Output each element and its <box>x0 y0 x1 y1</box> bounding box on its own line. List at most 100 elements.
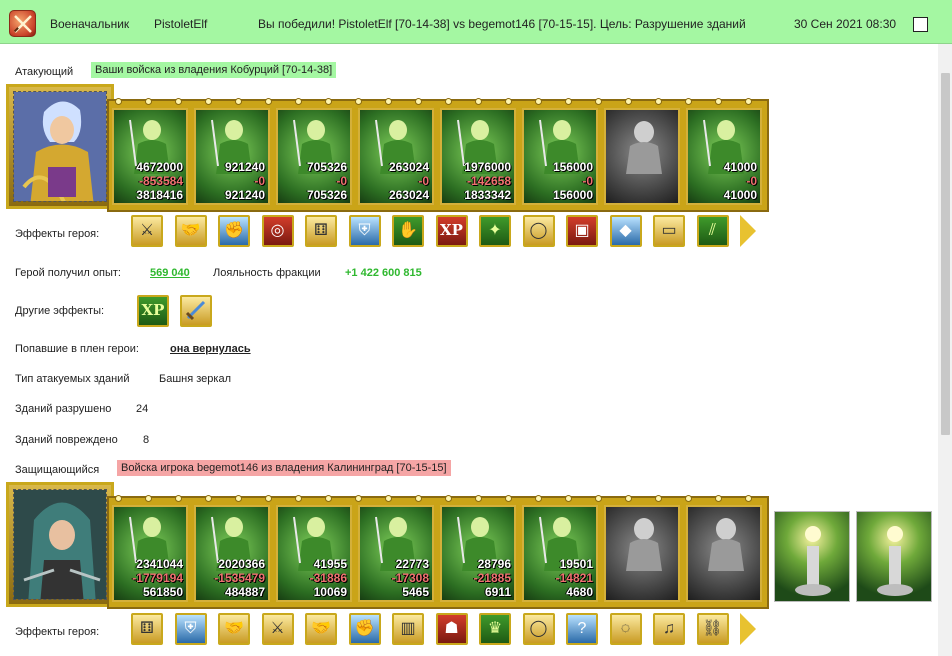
unit-count-bot: 4680 <box>566 585 593 599</box>
unit-card[interactable] <box>604 505 680 602</box>
attacker-label: Атакующий <box>15 66 74 78</box>
sword-icon[interactable] <box>180 295 212 327</box>
frame-stud <box>295 98 302 105</box>
mirror-tower-icon[interactable] <box>856 511 932 602</box>
unit-card[interactable]: 28796 -21885 6911 <box>440 505 516 602</box>
frame-stud <box>475 98 482 105</box>
bracer-icon[interactable]: ▭ <box>653 215 685 247</box>
unit-count-mid: -14821 <box>555 571 593 585</box>
frame-stud <box>535 495 542 502</box>
player-name[interactable]: PistoletElf <box>154 17 207 31</box>
unit-count-top: 22773 <box>395 557 429 571</box>
unit-count-mid: -1779194 <box>132 571 183 585</box>
elf-warrior-icon <box>14 92 106 201</box>
frame-stud <box>475 495 482 502</box>
unit-count-bot: 561850 <box>142 585 183 599</box>
unit-card[interactable]: 19501 -14821 4680 <box>522 505 598 602</box>
xp-value[interactable]: 569 040 <box>150 267 190 279</box>
unit-count-bot: 1833342 <box>464 188 511 202</box>
bracelet-icon[interactable]: ◌ <box>609 613 642 645</box>
ring-icon[interactable]: ◯ <box>522 215 555 247</box>
unit-count-top: 2341044 <box>136 557 183 571</box>
next-arrow-icon[interactable] <box>740 215 756 247</box>
mirror-tower-icon[interactable] <box>774 511 850 602</box>
fist-icon[interactable]: ✊ <box>218 215 250 247</box>
frame-stud <box>595 98 602 105</box>
captured-heroes-link[interactable]: она вернулась <box>170 343 251 355</box>
frame-stud <box>235 495 242 502</box>
unit-card[interactable]: 41955 -31886 10069 <box>276 505 352 602</box>
next-arrow-icon[interactable] <box>740 613 756 645</box>
handshake-icon[interactable]: 🤝 <box>174 215 207 247</box>
helmet-icon[interactable]: ☗ <box>435 613 468 645</box>
handshake-icon[interactable]: 🤝 <box>218 613 250 645</box>
xp-bonus-icon[interactable]: XP <box>137 295 169 327</box>
hand-shield-icon[interactable]: ✋ <box>392 215 424 247</box>
destroyed-value: 24 <box>136 403 149 415</box>
unit-card[interactable]: 22773 -17308 5465 <box>358 505 434 602</box>
xp-book-icon[interactable]: ✦ <box>479 215 511 247</box>
chain-icon[interactable]: ⛓ <box>696 613 729 645</box>
attacker-hero-portrait[interactable] <box>6 84 114 209</box>
unit-card[interactable]: 705326 -0 705326 <box>276 108 352 205</box>
frame-stud <box>355 495 362 502</box>
shield-icon[interactable]: ⛨ <box>348 215 381 247</box>
sword-icon[interactable]: ⚔ <box>261 613 294 645</box>
xp-icon[interactable]: XP <box>435 215 468 247</box>
unit-card[interactable] <box>604 108 680 205</box>
unit-count-bot: 3818416 <box>136 188 183 202</box>
sword-icon[interactable]: ⚔ <box>131 215 163 247</box>
shield-icon[interactable]: ⛨ <box>174 613 207 645</box>
frame-stud <box>565 98 572 105</box>
unit-count-top: 4672000 <box>136 160 183 174</box>
dice-icon[interactable]: ⚅ <box>131 613 163 645</box>
player-rank: Военачальник <box>50 17 130 31</box>
attacker-effects-label: Эффекты героя: <box>15 228 100 240</box>
select-checkbox[interactable] <box>913 17 928 32</box>
barrel-icon[interactable]: ▥ <box>392 613 424 645</box>
frame-stud <box>145 98 152 105</box>
unit-card[interactable]: 41000 -0 41000 <box>686 108 762 205</box>
damaged-value: 8 <box>143 434 150 446</box>
unit-count-top: 1976000 <box>464 160 511 174</box>
unit-card[interactable]: 1976000 -142658 1833342 <box>440 108 516 205</box>
xp-label: Герой получил опыт: <box>15 267 121 279</box>
grey-unit-icon <box>708 518 744 571</box>
frame-stud <box>325 495 332 502</box>
unit-count-top: 41955 <box>313 557 347 571</box>
crown-icon[interactable]: ♛ <box>479 613 511 645</box>
unit-count-mid: -21885 <box>473 571 511 585</box>
unit-card[interactable]: 2020366 -1535479 484887 <box>194 505 270 602</box>
armor-icon[interactable]: ▣ <box>566 215 598 247</box>
unit-count-mid: -0 <box>254 174 265 188</box>
hooded-elf-icon <box>14 490 106 599</box>
boots-icon[interactable]: ⫽ <box>696 215 729 247</box>
destroyed-label: Зданий разрушено <box>15 403 112 415</box>
fist-icon[interactable]: ✊ <box>348 613 381 645</box>
defender-hero-portrait[interactable] <box>6 482 114 607</box>
frame-stud <box>325 98 332 105</box>
frame-stud <box>115 98 122 105</box>
unit-card[interactable]: 263024 -0 263024 <box>358 108 434 205</box>
grey-unit-icon <box>626 518 662 571</box>
drum-icon[interactable]: ◎ <box>261 215 294 247</box>
unit-card[interactable]: 2341044 -1779194 561850 <box>112 505 188 602</box>
unit-count-top: 705326 <box>306 160 347 174</box>
frame-stud <box>145 495 152 502</box>
ring-icon[interactable]: ◯ <box>522 613 555 645</box>
frame-stud <box>595 495 602 502</box>
unit-count-bot: 484887 <box>224 585 265 599</box>
question-icon[interactable]: ? <box>566 613 598 645</box>
unit-card[interactable] <box>686 505 762 602</box>
dice-icon[interactable]: ⚅ <box>305 215 337 247</box>
frame-stud <box>175 495 182 502</box>
unit-card[interactable]: 4672000 -853584 3818416 <box>112 108 188 205</box>
handshake-icon[interactable]: 🤝 <box>305 613 337 645</box>
crystal-icon[interactable]: ◆ <box>609 215 642 247</box>
unit-count-top: 28796 <box>477 557 511 571</box>
unit-card[interactable]: 156000 -0 156000 <box>522 108 598 205</box>
unit-card[interactable]: 921240 -0 921240 <box>194 108 270 205</box>
battle-datetime: 30 Сен 2021 08:30 <box>794 17 897 31</box>
scrollbar-thumb[interactable] <box>941 73 950 435</box>
harp-icon[interactable]: ♫ <box>653 613 685 645</box>
